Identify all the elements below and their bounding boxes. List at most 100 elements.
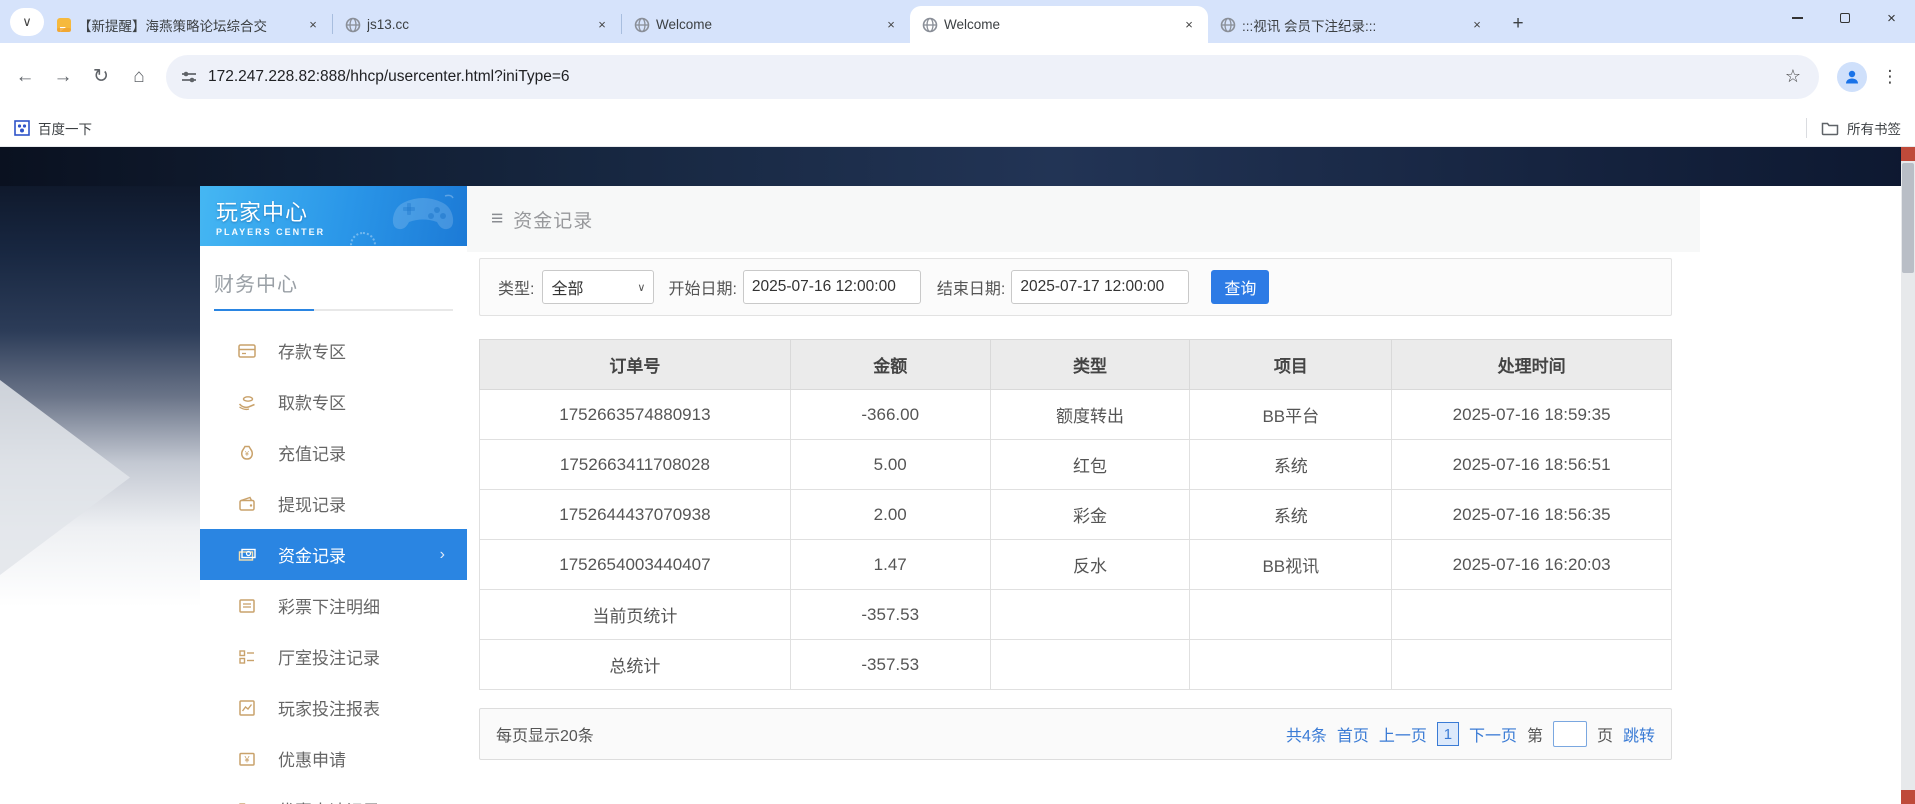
- maximize-button[interactable]: [1821, 0, 1868, 36]
- col-amount: 金额: [790, 340, 990, 390]
- scrollbar-thumb[interactable]: [1902, 163, 1914, 273]
- chevron-right-icon: ›: [440, 546, 445, 564]
- sidebar-menu: 存款专区 取款专区 ¥ 充值记录 提现记录 资金记录 › 彩票下注明细: [200, 325, 467, 804]
- svg-text:¥: ¥: [243, 754, 250, 764]
- sidebar-item-label: 充值记录: [278, 440, 346, 465]
- close-icon[interactable]: ×: [1468, 16, 1486, 34]
- cell-type: 彩金: [990, 490, 1190, 540]
- forward-button[interactable]: →: [44, 58, 82, 96]
- col-process-time: 处理时间: [1392, 340, 1672, 390]
- cell-order-id: 1752663574880913: [480, 390, 791, 440]
- hamburger-icon[interactable]: ≡: [491, 207, 503, 231]
- tab-forum[interactable]: 【新提醒】海燕策略论坛综合交 ×: [44, 6, 332, 43]
- sidebar-item-lottery-bet-detail[interactable]: 彩票下注明细: [200, 580, 467, 631]
- reload-button[interactable]: ↻: [82, 58, 120, 96]
- all-bookmarks-button[interactable]: 所有书签: [1821, 118, 1901, 138]
- scroll-up-button[interactable]: [1901, 147, 1915, 161]
- current-page-badge[interactable]: 1: [1437, 722, 1459, 746]
- tab-js13[interactable]: js13.cc ×: [333, 6, 621, 43]
- sidebar-item-funds-record[interactable]: 资金记录 ›: [200, 529, 467, 580]
- next-page-link[interactable]: 下一页: [1469, 722, 1517, 746]
- cell-summary-label: 当前页统计: [480, 590, 791, 640]
- end-date-input[interactable]: [1011, 270, 1189, 304]
- wallet-icon: [237, 494, 257, 514]
- grid-list-icon: [237, 647, 257, 667]
- end-date-label: 结束日期:: [937, 275, 1005, 299]
- cell-project: BB视讯: [1190, 540, 1392, 590]
- bookmark-star-icon[interactable]: ☆: [1781, 66, 1805, 87]
- cell-amount: -366.00: [790, 390, 990, 440]
- close-icon[interactable]: ×: [1180, 16, 1198, 34]
- cell-empty: [990, 640, 1190, 690]
- chevron-down-icon: ∨: [637, 281, 645, 294]
- page-scrollbar[interactable]: [1901, 147, 1915, 804]
- table-row: 1752663411708028 5.00 红包 系统 2025-07-16 1…: [480, 440, 1672, 490]
- sidebar-header: 玩家中心 PLAYERS CENTER: [200, 186, 467, 246]
- page-size-label: 每页显示20条: [496, 722, 594, 746]
- sidebar-item-withdraw-zone[interactable]: 取款专区: [200, 376, 467, 427]
- sidebar-item-recharge-record[interactable]: ¥ 充值记录: [200, 427, 467, 478]
- back-button[interactable]: ←: [6, 58, 44, 96]
- cell-type: 额度转出: [990, 390, 1190, 440]
- close-icon[interactable]: ×: [304, 16, 322, 34]
- profile-avatar[interactable]: [1837, 62, 1867, 92]
- window-controls: ×: [1774, 0, 1915, 36]
- funds-record-table: 订单号 金额 类型 项目 处理时间 1752663574880913 -366.…: [479, 339, 1672, 690]
- type-select[interactable]: 全部 ∨: [542, 270, 654, 304]
- new-tab-button[interactable]: +: [1504, 10, 1532, 38]
- cell-order-id: 1752644437070938: [480, 490, 791, 540]
- cell-process-time: 2025-07-16 18:59:35: [1392, 390, 1672, 440]
- sidebar-item-withdrawal-record[interactable]: 提现记录: [200, 478, 467, 529]
- cell-empty: [1392, 590, 1672, 640]
- bookmark-baidu[interactable]: 百度一下: [14, 118, 92, 138]
- globe-icon: [345, 17, 361, 33]
- sidebar-item-deposit-zone[interactable]: 存款专区: [200, 325, 467, 376]
- minimize-button[interactable]: [1774, 0, 1821, 36]
- maximize-icon: [1840, 13, 1850, 23]
- sidebar-item-promo-apply[interactable]: ¥ 优惠申请: [200, 733, 467, 784]
- tab-title: :::视讯 会员下注纪录:::: [1242, 15, 1462, 35]
- bookmarks-bar: 百度一下 所有书签: [0, 110, 1915, 147]
- scroll-down-button[interactable]: [1901, 790, 1915, 804]
- url-text[interactable]: 172.247.228.82:888/hhcp/usercenter.html?…: [208, 68, 1781, 86]
- sidebar-item-hall-bet-record[interactable]: 厅室投注记录: [200, 631, 467, 682]
- close-icon[interactable]: ×: [882, 16, 900, 34]
- cell-empty: [990, 590, 1190, 640]
- sidebar-item-promo-apply-record[interactable]: 优惠申请记录: [200, 784, 467, 804]
- chat-bubble-icon: [56, 17, 72, 33]
- prev-page-link[interactable]: 上一页: [1379, 722, 1427, 746]
- tab-welcome-1[interactable]: Welcome ×: [622, 6, 910, 43]
- close-window-button[interactable]: ×: [1868, 0, 1915, 36]
- tab-strip: ∨ 【新提醒】海燕策略论坛综合交 × js13.cc × Welcome × W…: [0, 0, 1915, 43]
- reload-icon: ↻: [93, 65, 109, 88]
- pagination-bar: 每页显示20条 共4条 首页 上一页 1 下一页 第 页 跳转: [479, 708, 1672, 760]
- address-bar[interactable]: 172.247.228.82:888/hhcp/usercenter.html?…: [166, 55, 1819, 99]
- tab-title: Welcome: [944, 17, 1174, 32]
- table-row: 1752663574880913 -366.00 额度转出 BB平台 2025-…: [480, 390, 1672, 440]
- sidebar-item-label: 取款专区: [278, 389, 346, 414]
- cell-empty: [1190, 640, 1392, 690]
- browser-menu-button[interactable]: ⋮: [1875, 67, 1905, 87]
- section-underline: [214, 309, 453, 311]
- tab-search-button[interactable]: ∨: [10, 8, 44, 36]
- minimize-icon: [1792, 17, 1803, 19]
- jump-link[interactable]: 跳转: [1623, 722, 1655, 746]
- query-button[interactable]: 查询: [1211, 270, 1269, 304]
- tab-title: 【新提醒】海燕策略论坛综合交: [78, 15, 298, 35]
- jump-page-input[interactable]: [1553, 721, 1587, 747]
- tab-welcome-active[interactable]: Welcome ×: [910, 6, 1208, 43]
- cell-amount: -357.53: [790, 640, 990, 690]
- page-title: 资金记录: [513, 206, 593, 233]
- jump-prefix-label: 第: [1527, 722, 1543, 746]
- type-label: 类型:: [498, 275, 534, 299]
- tab-video-records[interactable]: :::视讯 会员下注纪录::: ×: [1208, 6, 1496, 43]
- home-button[interactable]: ⌂: [120, 58, 158, 96]
- tab-title: js13.cc: [367, 17, 587, 32]
- sidebar-item-player-bet-report[interactable]: 玩家投注报表: [200, 682, 467, 733]
- start-date-input[interactable]: [743, 270, 921, 304]
- site-settings-icon[interactable]: [180, 68, 198, 86]
- close-icon[interactable]: ×: [593, 16, 611, 34]
- cell-empty: [1392, 640, 1672, 690]
- baidu-favicon-icon: [14, 120, 30, 136]
- first-page-link[interactable]: 首页: [1337, 722, 1369, 746]
